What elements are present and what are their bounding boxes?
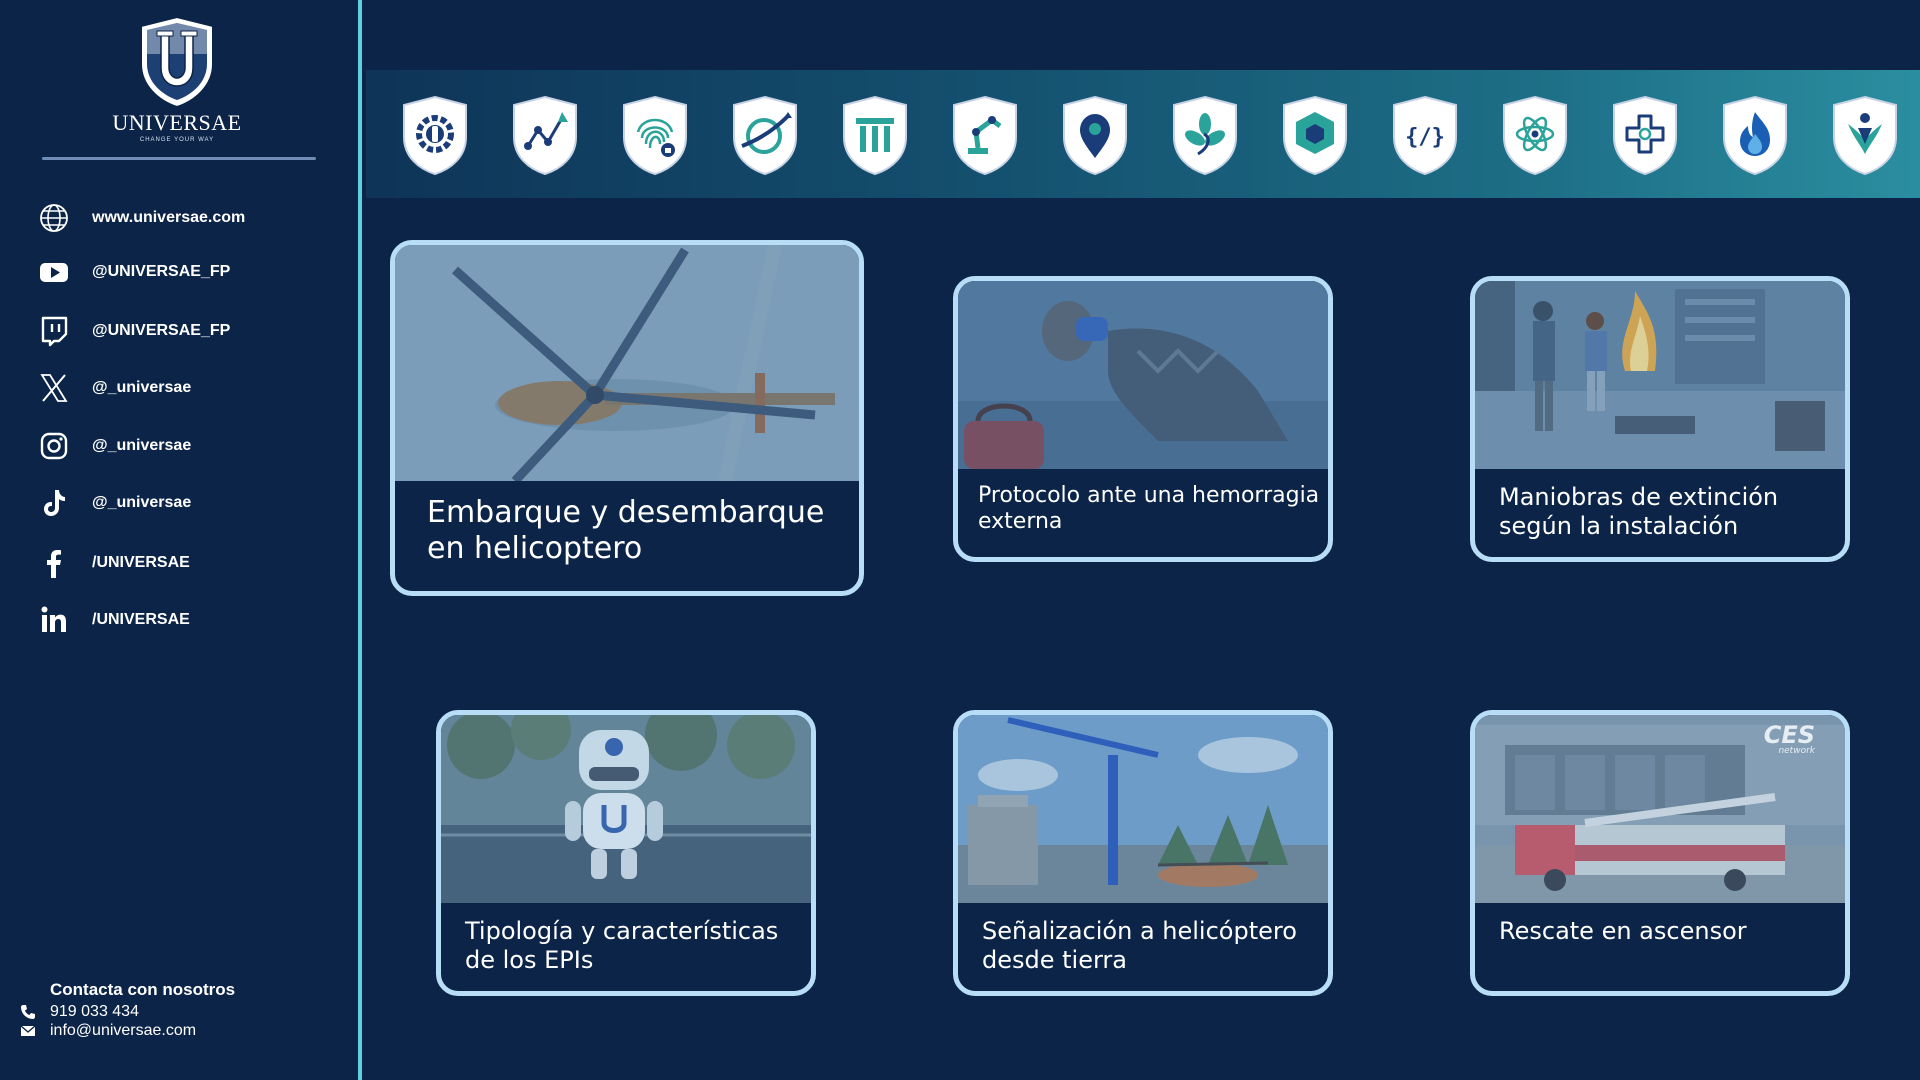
brand-name: UNIVERSAE xyxy=(112,110,242,135)
social-label: @_universae xyxy=(92,437,192,454)
divider xyxy=(42,157,316,160)
contact-phone[interactable]: 919 033 434 xyxy=(20,1003,139,1021)
youtube-icon xyxy=(36,254,72,290)
brand-tagline: CHANGE YOUR WAY xyxy=(139,137,215,143)
card-title-line-1: Tipología y características xyxy=(465,917,779,945)
card-thumbnail-helicopter xyxy=(395,245,859,481)
card-title: Tipología y características de los EPIs xyxy=(465,917,811,975)
card-title: Embarque y desembarque en helicoptero xyxy=(427,495,859,567)
atom-icon[interactable] xyxy=(1498,94,1572,176)
network-growth-icon[interactable] xyxy=(508,94,582,176)
universae-logo[interactable]: UNIVERSAE CHANGE YOUR WAY xyxy=(112,14,242,144)
course-card-fire-extinction[interactable]: Maniobras de extinción según la instalac… xyxy=(1470,276,1850,562)
card-thumbnail-injured-person xyxy=(958,281,1328,469)
card-title: Señalización a helicóptero desde tierra xyxy=(982,917,1328,975)
card-thumbnail-robot-mascot xyxy=(441,715,811,903)
card-title-line-1: Embarque y desembarque xyxy=(427,495,825,530)
phone-number: 919 033 434 xyxy=(50,1003,139,1020)
social-link-website[interactable]: www.universae.com xyxy=(36,198,245,238)
social-link-linkedin[interactable]: /UNIVERSAE xyxy=(36,600,190,640)
columns-icon[interactable] xyxy=(838,94,912,176)
social-label: /UNIVERSAE xyxy=(92,554,190,571)
card-title-line-1: Maniobras de extinción xyxy=(1499,483,1779,511)
map-pin-icon[interactable] xyxy=(1058,94,1132,176)
mail-icon xyxy=(20,1022,42,1040)
svg-text:{/}: {/} xyxy=(1405,125,1445,150)
ces-network-logo-text: CES xyxy=(1764,721,1815,749)
gear-wrench-icon[interactable] xyxy=(398,94,472,176)
social-link-youtube[interactable]: @UNIVERSAE_FP xyxy=(36,252,230,292)
social-link-facebook[interactable]: /UNIVERSAE xyxy=(36,543,190,583)
social-link-x[interactable]: @_universae xyxy=(36,368,191,408)
globe-plane-icon[interactable] xyxy=(728,94,802,176)
flame-icon[interactable] xyxy=(1718,94,1792,176)
card-title-line-1: Protocolo ante una hemorragia xyxy=(978,483,1320,508)
robot-arm-icon[interactable] xyxy=(948,94,1022,176)
course-card-elevator-rescue[interactable]: CES network Rescate en ascensor xyxy=(1470,710,1850,996)
phone-icon xyxy=(20,1003,42,1021)
card-title-line-2: desde tierra xyxy=(982,945,1127,974)
x-icon xyxy=(36,370,72,406)
cube-icon[interactable] xyxy=(1278,94,1352,176)
ces-network-logo-subtext: network xyxy=(1778,746,1815,756)
card-title: Protocolo ante una hemorragia externa xyxy=(978,483,1328,536)
card-title-line-1: Rescate en ascensor xyxy=(1499,917,1747,945)
social-link-tiktok[interactable]: @_universae xyxy=(36,483,191,523)
contact-email[interactable]: info@universae.com xyxy=(20,1022,196,1040)
social-label: @UNIVERSAE_FP xyxy=(92,263,231,280)
sidebar: UNIVERSAE CHANGE YOUR WAY www.universae.… xyxy=(0,0,362,1080)
fingerprint-lock-icon[interactable] xyxy=(618,94,692,176)
shield-logo-icon xyxy=(140,15,214,109)
email-address: info@universae.com xyxy=(50,1022,197,1039)
medical-cross-icon[interactable] xyxy=(1608,94,1682,176)
twitch-icon xyxy=(36,313,72,349)
card-thumbnail-fire-truck: CES network xyxy=(1475,715,1845,903)
code-brackets-icon[interactable]: {/} xyxy=(1388,94,1462,176)
social-link-twitch[interactable]: @UNIVERSAE_FP xyxy=(36,311,230,351)
social-label: @UNIVERSAE_FP xyxy=(92,322,231,339)
course-card-helicopter-signaling[interactable]: Señalización a helicóptero desde tierra xyxy=(953,710,1333,996)
card-title-line-2: en helicoptero xyxy=(427,531,643,566)
social-label: /UNIVERSAE xyxy=(92,611,190,628)
card-title: Rescate en ascensor xyxy=(1499,917,1845,946)
course-card-helicopter-boarding[interactable]: Embarque y desembarque en helicoptero xyxy=(390,240,864,596)
social-link-instagram[interactable]: @_universae xyxy=(36,426,191,466)
globe-icon xyxy=(36,200,72,236)
contact-title: Contacta con nosotros xyxy=(50,980,236,999)
linkedin-icon xyxy=(36,602,72,638)
card-title: Maniobras de extinción según la instalac… xyxy=(1499,483,1845,541)
people-icon[interactable] xyxy=(1828,94,1902,176)
social-label: www.universae.com xyxy=(92,209,246,226)
course-card-epi-types[interactable]: Tipología y características de los EPIs xyxy=(436,710,816,996)
facebook-icon xyxy=(36,545,72,581)
course-card-hemorrhage-protocol[interactable]: Protocolo ante una hemorragia externa xyxy=(953,276,1333,562)
tiktok-icon xyxy=(36,485,72,521)
card-title-line-2: de los EPIs xyxy=(465,945,594,974)
leaf-spiral-icon[interactable] xyxy=(1168,94,1242,176)
card-title-line-2: según la instalación xyxy=(1499,511,1739,540)
card-title-line-1: Señalización a helicóptero xyxy=(982,917,1297,945)
social-label: @_universae xyxy=(92,379,192,396)
card-thumbnail-crane-helipad xyxy=(958,715,1328,903)
social-label: @_universae xyxy=(92,494,192,511)
card-thumbnail-office-fire xyxy=(1475,281,1845,469)
card-title-line-2: externa xyxy=(978,509,1063,535)
instagram-icon xyxy=(36,428,72,464)
category-icon-bar: {/} xyxy=(366,70,1920,198)
